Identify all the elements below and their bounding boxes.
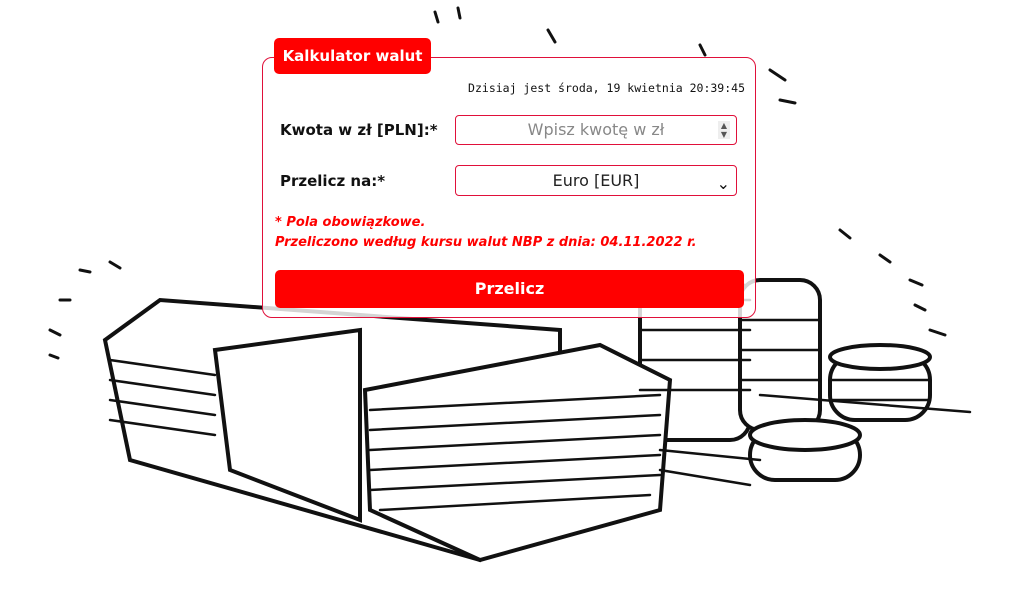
currency-label: Przelicz na:* (280, 172, 386, 190)
chevron-down-icon: ⌄ (716, 174, 730, 193)
spinner-arrows-icon[interactable]: ▲ ▼ (718, 121, 730, 139)
currency-selected: Euro [EUR] (552, 171, 640, 190)
rate-info: Przeliczono według kursu walut NBP z dni… (275, 235, 697, 250)
required-note: * Pola obowiązkowe. (275, 215, 426, 230)
currency-calculator-card: Dzisiaj jest środa, 19 kwietnia 20:39:45… (262, 57, 756, 318)
amount-label: Kwota w zł [PLN]:* (280, 121, 438, 139)
current-date: Dzisiaj jest środa, 19 kwietnia 20:39:45 (468, 81, 745, 95)
card-title: Kalkulator walut (274, 38, 431, 74)
convert-button[interactable]: Przelicz (275, 270, 744, 308)
currency-select[interactable]: Euro [EUR] ⌄ (455, 165, 737, 196)
amount-input[interactable]: Wpisz kwotę w zł ▲ ▼ (455, 115, 737, 145)
amount-placeholder: Wpisz kwotę w zł (527, 120, 665, 139)
